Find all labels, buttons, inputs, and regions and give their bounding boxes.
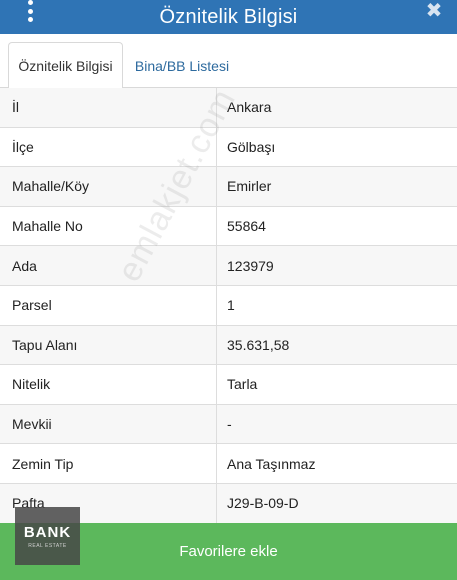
row-value: Emirler	[227, 178, 272, 195]
row-label: İlçe	[0, 127, 217, 167]
row-label: Mahalle/Köy	[0, 167, 217, 206]
page-title: Öznitelik Bilgisi	[159, 5, 298, 28]
table-row: Tapu Alanı 35.631,58	[0, 325, 457, 366]
row-value: Gölbaşı	[227, 138, 276, 155]
row-value: Tarla	[227, 376, 258, 393]
row-value: Ankara	[227, 99, 272, 116]
table-row: Mevkii -	[0, 404, 457, 445]
row-label: Ada	[0, 246, 217, 285]
row-value: -	[227, 416, 232, 433]
close-icon[interactable]: ✖	[425, 1, 443, 21]
row-value: J29-B-09-D	[227, 495, 299, 512]
row-label: Nitelik	[0, 365, 217, 404]
row-value: Ana Taşınmaz	[227, 455, 316, 472]
row-value: 123979	[227, 257, 274, 274]
row-label: Parsel	[0, 285, 217, 325]
row-value: 1	[227, 297, 235, 314]
bank-logo: BANK REAL ESTATE	[15, 507, 80, 565]
tab-bar: Öznitelik Bilgisi Bina/BB Listesi	[0, 34, 457, 89]
vertical-dots-icon[interactable]	[24, 0, 36, 22]
table-row: İlçe Gölbaşı	[0, 127, 457, 168]
tab-oznitelik-bilgisi[interactable]: Öznitelik Bilgisi	[8, 42, 123, 89]
row-label: Mevkii	[0, 404, 217, 444]
table-row: Parsel 1	[0, 285, 457, 326]
bank-logo-text: BANK	[23, 523, 72, 541]
row-value: 35.631,58	[227, 336, 290, 353]
tab-bina-bb-listesi[interactable]: Bina/BB Listesi	[124, 42, 240, 89]
row-label: İl	[0, 88, 217, 127]
header-bar: Öznitelik Bilgisi ✖	[0, 0, 457, 34]
row-value: 55864	[227, 218, 266, 235]
row-label: Mahalle No	[0, 206, 217, 246]
table-row: İl Ankara	[0, 88, 457, 128]
row-label: Tapu Alanı	[0, 325, 217, 365]
attribute-table: İl Ankara İlçe Gölbaşı Mahalle/Köy Emirl…	[0, 88, 457, 524]
table-row: Nitelik Tarla	[0, 365, 457, 405]
row-label: Zemin Tip	[0, 444, 217, 483]
table-row: Zemin Tip Ana Taşınmaz	[0, 444, 457, 484]
bank-logo-subtext: REAL ESTATE	[28, 542, 67, 549]
table-row: Mahalle/Köy Emirler	[0, 167, 457, 207]
table-row: Mahalle No 55864	[0, 206, 457, 247]
table-row: Ada 123979	[0, 246, 457, 286]
